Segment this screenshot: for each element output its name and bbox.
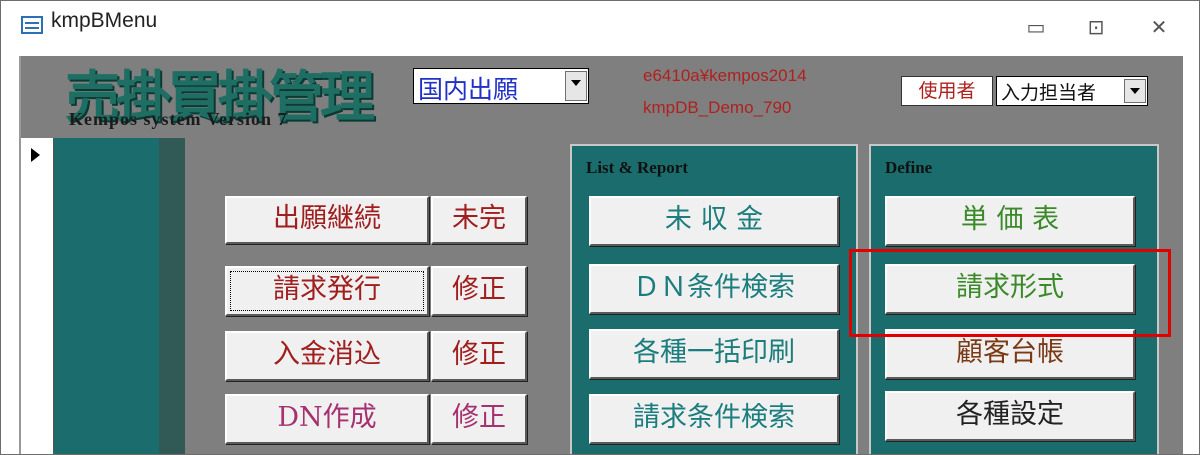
close-button[interactable]: ✕ — [1139, 11, 1179, 43]
application-type-value: 国内出願 — [418, 75, 519, 104]
button-label: 未完 — [452, 203, 506, 234]
list-report-title: List & Report — [586, 158, 688, 177]
nyukin-keshikomi-button[interactable]: 入金消込 — [225, 331, 429, 381]
shutsugan-keizoku-button[interactable]: 出願継続 — [225, 196, 429, 244]
annotation-highlight-box — [849, 249, 1171, 337]
kakushu-ikkatsu-insatsu-button[interactable]: 各種一括印刷 — [589, 329, 839, 379]
button-label: 修正 — [452, 339, 506, 370]
nyukin-shusei-button[interactable]: 修正 — [431, 331, 527, 381]
tanka-hyo-button[interactable]: 単 価 表 — [885, 196, 1135, 246]
app-window: kmpBMenu ▭ ⊡ ✕ 売掛買掛管理 Kempos system Vers… — [0, 0, 1200, 455]
dn-joken-kensaku-button[interactable]: ＤＮ条件検索 — [589, 264, 839, 314]
application-type-combo[interactable]: 国内出願 — [413, 68, 589, 104]
button-label: 単 価 表 — [960, 204, 1060, 235]
user-value: 入力担当者 — [1001, 82, 1097, 104]
chevron-down-icon[interactable] — [565, 71, 587, 101]
decor-strip-dark — [159, 138, 185, 454]
button-label: 各種一括印刷 — [633, 337, 795, 368]
dn-sakusei-button[interactable]: DN作成 — [225, 394, 429, 444]
button-label: 修正 — [452, 402, 506, 433]
button-label: 請求条件検索 — [633, 402, 795, 433]
kakushu-settei-button[interactable]: 各種設定 — [885, 391, 1135, 441]
dn-shusei-button[interactable]: 修正 — [431, 394, 527, 444]
button-label: 各種設定 — [956, 399, 1064, 430]
button-label: 入金消込 — [273, 339, 381, 370]
title-bar: kmpBMenu ▭ ⊡ ✕ — [1, 1, 1199, 53]
user-label: 使用者 — [901, 76, 993, 106]
app-logo: 売掛買掛管理 Kempos system Version 7 — [63, 56, 423, 138]
logo-subtitle: Kempos system Version 7 — [69, 109, 288, 129]
decor-strip-teal — [54, 138, 159, 454]
mikan-button[interactable]: 未完 — [431, 196, 527, 244]
minimize-button[interactable]: ▭ — [1016, 11, 1056, 43]
button-label: 請求発行 — [273, 274, 381, 305]
button-label: DN作成 — [277, 402, 377, 433]
button-label: 顧客台帳 — [956, 337, 1064, 368]
seikyu-hakko-button[interactable]: 請求発行 — [225, 266, 429, 316]
button-label: 未 収 金 — [664, 204, 764, 235]
window-title: kmpBMenu — [51, 9, 158, 32]
record-selector[interactable] — [21, 138, 54, 454]
define-title: Define — [885, 158, 933, 177]
seikyu-joken-kensaku-button[interactable]: 請求条件検索 — [589, 394, 839, 444]
maximize-button[interactable]: ⊡ — [1076, 11, 1116, 43]
db-name: kmpDB_Demo_790 — [643, 98, 792, 117]
mishukin-button[interactable]: 未 収 金 — [589, 196, 839, 246]
button-label: 修正 — [452, 274, 506, 305]
current-record-icon — [31, 148, 40, 162]
form-icon — [21, 16, 43, 34]
seikyu-shusei-button[interactable]: 修正 — [431, 266, 527, 316]
chevron-down-icon[interactable] — [1124, 79, 1146, 103]
db-path: e6410a¥kempos2014 — [643, 66, 807, 85]
button-label: ＤＮ条件検索 — [633, 272, 795, 303]
button-label: 出願継続 — [273, 203, 381, 234]
user-combo[interactable]: 入力担当者 — [996, 76, 1148, 106]
form-header: 売掛買掛管理 Kempos system Version 7 国内出願 e641… — [21, 56, 1183, 138]
